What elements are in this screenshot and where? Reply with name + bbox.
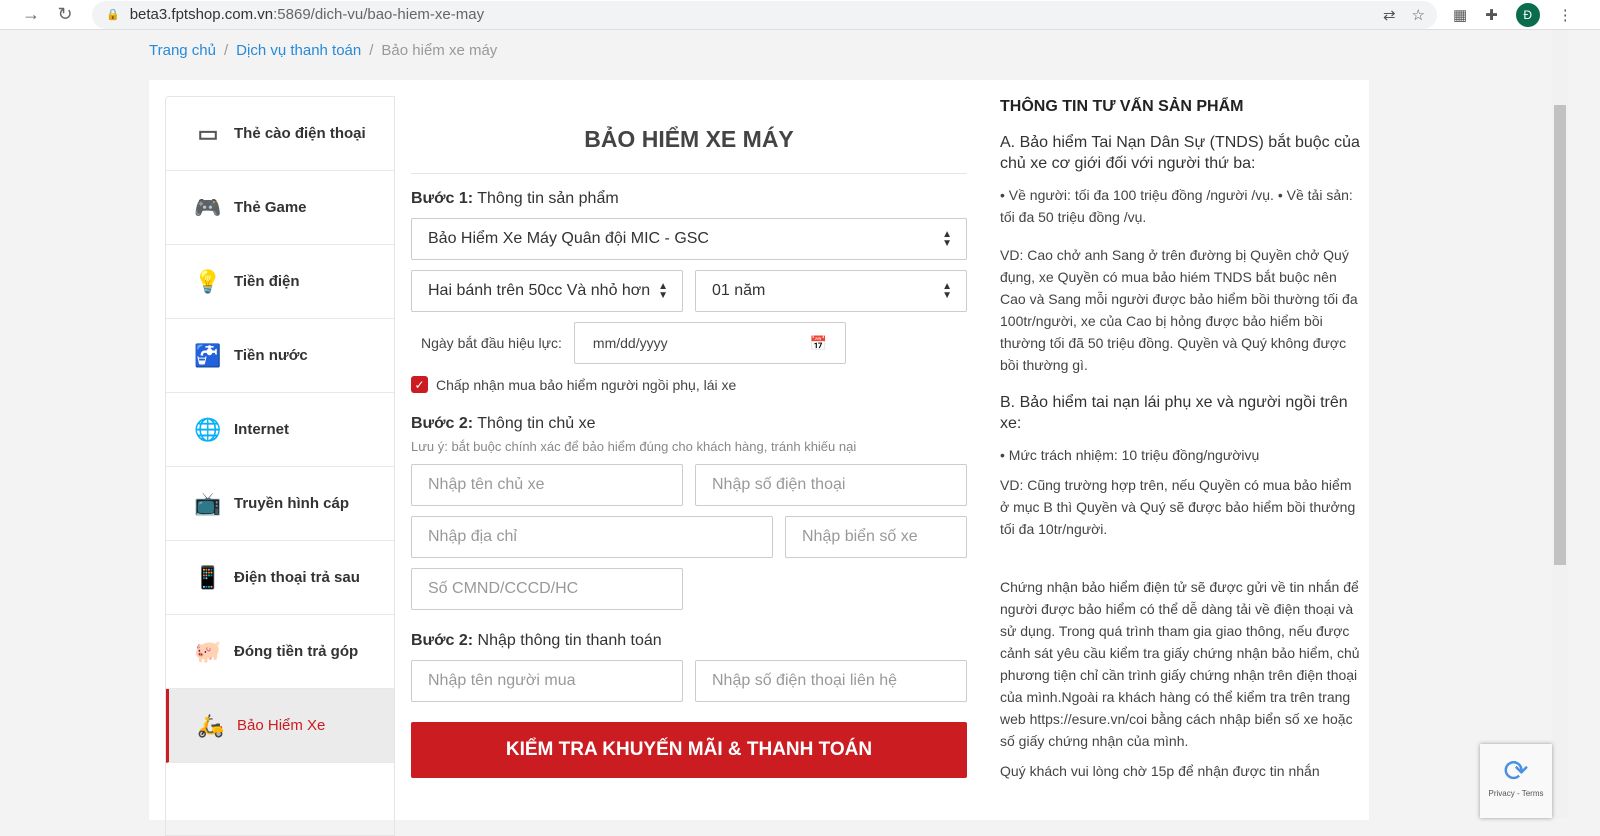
- menu-icon[interactable]: ⋮: [1558, 6, 1573, 24]
- sidebar-item-label: Đóng tiền trả góp: [234, 643, 359, 660]
- duration-select[interactable]: 01 năm ▲ ▼: [695, 270, 967, 312]
- bulb-icon: 💡: [194, 268, 222, 294]
- id-number-input[interactable]: Số CMND/CCCD/HC: [411, 568, 683, 610]
- forward-icon[interactable]: →: [14, 4, 48, 25]
- select-arrows-icon: ▲ ▼: [942, 229, 952, 249]
- url-path: :5869/dich-vu/bao-hiem-xe-may: [273, 6, 485, 23]
- product-select[interactable]: Bảo Hiểm Xe Máy Quân đội MIC - GSC ▲ ▼: [411, 218, 967, 260]
- info-wait: Quý khách vui lòng chờ 15p để nhận được …: [1000, 763, 1320, 779]
- sidebar-item-label: Internet: [234, 421, 290, 438]
- info-a-bullets: • Về người: tối đa 100 triệu đồng /người…: [1000, 187, 1353, 225]
- globe-icon: 🌐: [194, 416, 222, 442]
- lock-icon: 🔒: [106, 9, 120, 21]
- sidebar-item-phone-card[interactable]: ▭ Thẻ cào điện thoại: [166, 97, 394, 171]
- sidebar-item-electricity[interactable]: 💡 Tiền điện: [166, 245, 394, 319]
- piggy-icon: 🐖: [194, 638, 222, 664]
- plate-input[interactable]: Nhập biển số xe: [785, 516, 967, 558]
- breadcrumb: Trang chủ / Dịch vụ thanh toán / Bảo hiểm xe…: [149, 42, 498, 59]
- select-arrows-icon: ▲ ▼: [942, 281, 952, 301]
- recaptcha-icon: ⟳: [1503, 755, 1529, 788]
- sidebar-item-vehicle-insurance[interactable]: 🛵 Bảo Hiểm Xe: [166, 689, 394, 763]
- owner-name-input[interactable]: Nhập tên chủ xe: [411, 464, 683, 506]
- sidebar-item-label: Bảo Hiểm Xe: [237, 717, 326, 734]
- extensions-icon[interactable]: ✚: [1485, 6, 1498, 24]
- recaptcha-badge[interactable]: ⟳ Privacy - Terms: [1480, 744, 1552, 818]
- vehicle-type-select[interactable]: Hai bánh trên 50cc Và nhỏ hơn ▲ ▼: [411, 270, 683, 312]
- insurance-form: BẢO HIỂM XE MÁY Bước 1: Thông tin sản ph…: [411, 96, 967, 778]
- step2-heading: Bước 2: Thông tin chủ xe: [411, 415, 596, 432]
- star-icon[interactable]: ☆: [1412, 6, 1425, 24]
- url-host: beta3.fptshop.com.vn: [129, 6, 274, 23]
- info-certificate: Chứng nhận bảo hiểm điện tử sẽ được gửi …: [1000, 579, 1360, 749]
- qr-icon[interactable]: ▦: [1453, 6, 1467, 24]
- info-a-heading: A. Bảo hiểm Tai Nạn Dân Sự (TNDS) bắt bu…: [1000, 134, 1360, 172]
- main-card: ▭ Thẻ cào điện thoại 🎮 Thẻ Game 💡 Tiền điện…: [149, 80, 1369, 836]
- breadcrumb-home[interactable]: Trang chủ: [149, 42, 216, 59]
- calendar-icon[interactable]: 📅: [809, 335, 826, 352]
- sidebar-item-internet[interactable]: 🌐 Internet: [166, 393, 394, 467]
- info-b-heading: B. Bảo hiểm tai nạn lái phụ xe và người …: [1000, 394, 1348, 432]
- sidebar-item-label: Tiền nước: [234, 347, 308, 364]
- scrollbar-thumb[interactable]: [1554, 105, 1566, 565]
- sidebar: ▭ Thẻ cào điện thoại 🎮 Thẻ Game 💡 Tiền điện…: [165, 96, 395, 836]
- address-bar[interactable]: 🔒 beta3.fptshop.com.vn:5869/dich-vu/bao-…: [92, 0, 1437, 29]
- gamepad-icon: 🎮: [194, 194, 222, 220]
- info-b-bullet: • Mức trách nhiệm: 10 triệu đồng/ngườivụ: [1000, 447, 1260, 463]
- step1-heading: Bước 1: Thông tin sản phẩm: [411, 190, 619, 207]
- breadcrumb-current: Bảo hiểm xe máy: [381, 42, 498, 59]
- check-promotion-pay-button[interactable]: KIỂM TRA KHUYẾN MÃI & THANH TOÁN: [411, 722, 967, 778]
- info-b-example: VD: Cũng trường hợp trên, nếu Quyền có m…: [1000, 477, 1356, 537]
- sidebar-item-water[interactable]: 🚰 Tiền nước: [166, 319, 394, 393]
- buyer-name-input[interactable]: Nhập tên người mua: [411, 660, 683, 702]
- sidebar-item-label: Điện thoại trả sau: [234, 569, 360, 586]
- step3-heading: Bước 2: Nhập thông tin thanh toán: [411, 632, 662, 649]
- sidebar-item-cable-tv[interactable]: 📺 Truyền hình cáp: [166, 467, 394, 541]
- sidebar-item-label: Thẻ cào điện thoại: [234, 125, 366, 142]
- info-a-example: VD: Cao chở anh Sang ở trên đường bị Quy…: [1000, 247, 1358, 373]
- start-date-input[interactable]: mm/dd/yyyy 📅: [573, 322, 846, 364]
- sidebar-item-game-card[interactable]: 🎮 Thẻ Game: [166, 171, 394, 245]
- sidebar-item-label: Truyền hình cáp: [234, 495, 350, 512]
- scooter-icon: 🛵: [197, 712, 225, 738]
- tv-icon: 📺: [194, 490, 222, 516]
- page-title: BẢO HIỂM XE MÁY: [411, 96, 967, 174]
- info-title: THÔNG TIN TƯ VẤN SẢN PHẨM: [1000, 98, 1244, 115]
- card-icon: ▭: [197, 120, 219, 146]
- reload-icon[interactable]: ↻: [48, 4, 82, 25]
- buyer-phone-input[interactable]: Nhập số điện thoại liên hệ: [695, 660, 967, 702]
- sidebar-item-postpaid[interactable]: 📱 Điện thoại trả sau: [166, 541, 394, 615]
- select-arrows-icon: ▲ ▼: [658, 281, 668, 301]
- owner-phone-input[interactable]: Nhập số điện thoại: [695, 464, 967, 506]
- accept-checkbox[interactable]: ✓ Chấp nhận mua bảo hiểm người ngồi phụ, …: [411, 376, 967, 393]
- start-date-label: Ngày bắt đầu hiệu lực:: [421, 335, 562, 351]
- faucet-icon: 🚰: [194, 342, 222, 368]
- page-scrollbar[interactable]: [1552, 30, 1568, 818]
- step2-note: Lưu ý: bắt buộc chính xác để bảo hiểm đú…: [411, 439, 857, 454]
- product-info-panel: THÔNG TIN TƯ VẤN SẢN PHẨM A. Bảo hiểm Ta…: [1000, 96, 1360, 798]
- phone-icon: 📱: [194, 564, 222, 590]
- address-input[interactable]: Nhập địa chỉ: [411, 516, 773, 558]
- avatar[interactable]: Đ: [1515, 2, 1540, 27]
- translate-icon[interactable]: ⇄: [1383, 6, 1396, 24]
- sidebar-item-label: Thẻ Game: [234, 199, 307, 216]
- breadcrumb-services[interactable]: Dịch vụ thanh toán: [236, 42, 361, 59]
- browser-toolbar: → ↻ 🔒 beta3.fptshop.com.vn:5869/dich-vu/…: [0, 0, 1600, 30]
- checkbox-checked-icon[interactable]: ✓: [411, 376, 428, 393]
- sidebar-item-installment[interactable]: 🐖 Đóng tiền trả góp: [166, 615, 394, 689]
- sidebar-item-label: Tiền điện: [234, 273, 300, 290]
